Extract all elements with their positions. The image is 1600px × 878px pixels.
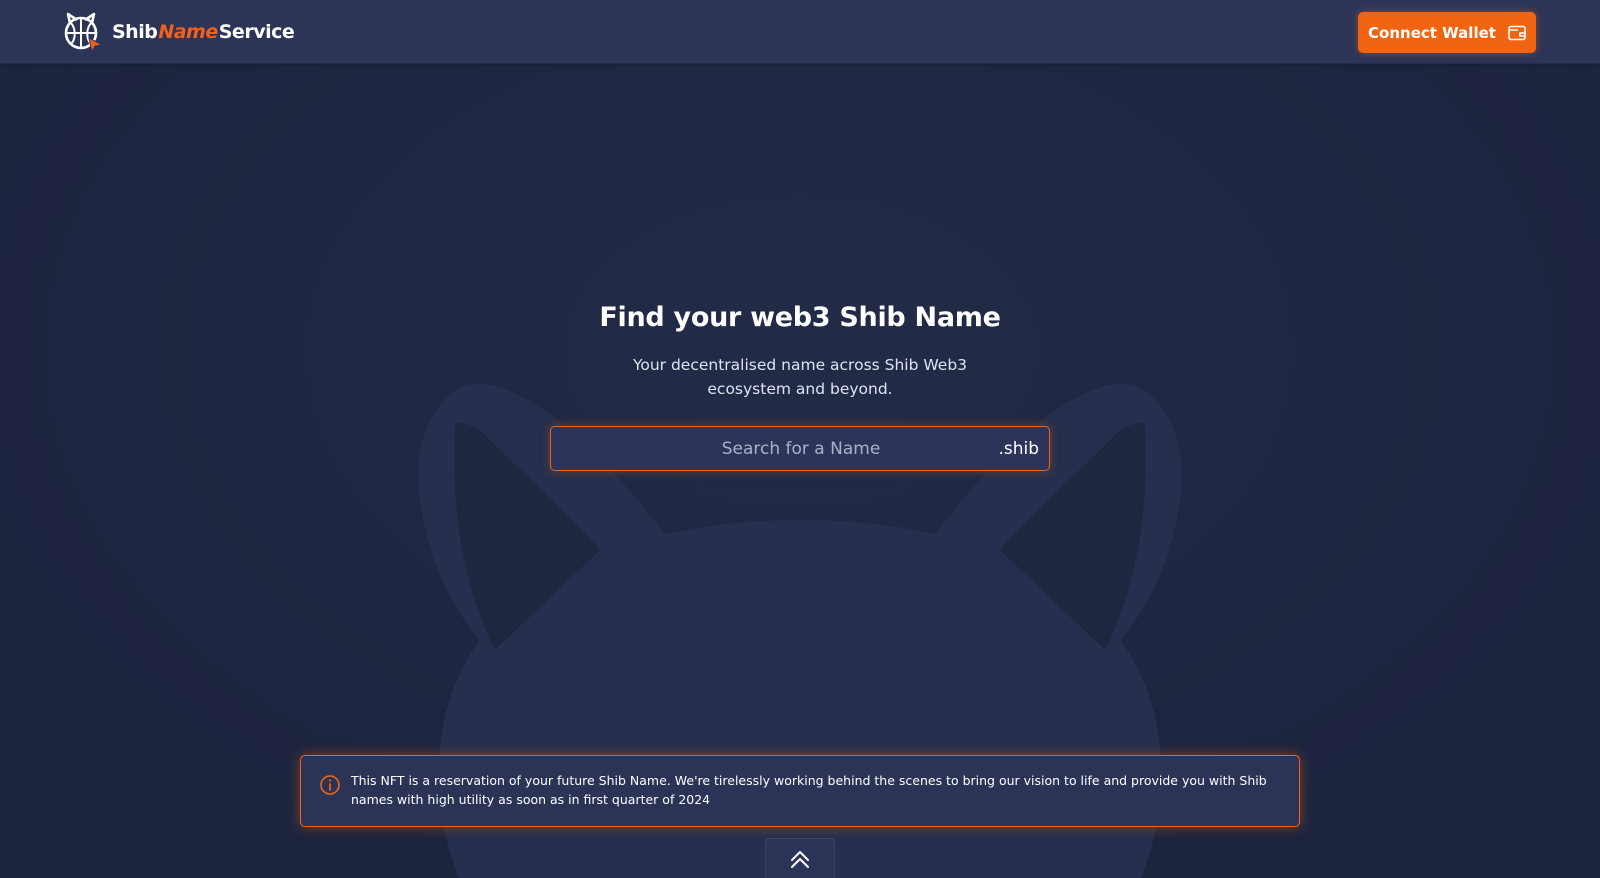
logo-word-shib: Shib (112, 21, 158, 43)
connect-wallet-button[interactable]: Connect Wallet (1358, 12, 1536, 53)
page: ShibNameService Connect Wallet Find your… (0, 0, 1600, 878)
page-title: Find your web3 Shib Name (599, 302, 1001, 333)
search-input[interactable] (551, 427, 991, 470)
notice-text: This NFT is a reservation of your future… (351, 773, 1267, 807)
scroll-to-top-button[interactable] (765, 838, 835, 878)
hero-section: Find your web3 Shib Name Your decentrali… (0, 300, 1600, 401)
top-navigation-bar: ShibNameService Connect Wallet (0, 0, 1600, 64)
shib-logo-icon (64, 12, 104, 53)
info-icon (320, 775, 340, 795)
logo-word-service: Service (218, 21, 295, 43)
wallet-icon (1508, 25, 1526, 40)
reservation-notice: This NFT is a reservation of your future… (300, 755, 1300, 827)
name-search-box: .shib (550, 426, 1050, 471)
double-chevron-up-icon (791, 851, 809, 868)
page-subtitle: Your decentralised name across Shib Web3… (632, 356, 968, 398)
logo[interactable]: ShibNameService (62, 11, 295, 53)
connect-wallet-label: Connect Wallet (1368, 23, 1496, 42)
logo-wordmark: ShibNameService (112, 21, 295, 43)
logo-word-name: Name (158, 21, 218, 43)
search-domain-suffix: .shib (998, 439, 1039, 459)
